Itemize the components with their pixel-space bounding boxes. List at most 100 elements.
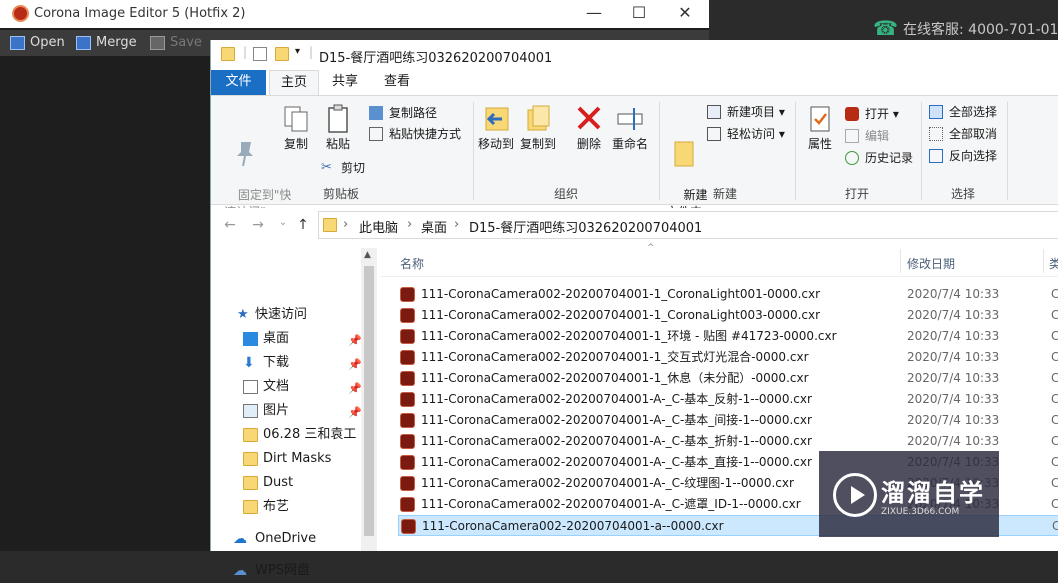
clipboard-group-label: 剪贴板 (322, 187, 359, 201)
download-icon: ⬇ (243, 355, 255, 371)
maximize-icon[interactable]: ☐ (628, 3, 650, 25)
easy-access-button[interactable]: 轻松访问 ▾ (707, 124, 785, 144)
nav-downloads[interactable]: ⬇ 下载 📌 (211, 351, 371, 375)
cut-button[interactable]: ✂ 剪切 (321, 158, 365, 178)
column-date[interactable]: 修改日期 (907, 255, 955, 272)
nav-folder-fabric[interactable]: 布艺 (211, 495, 371, 519)
nav-label: 快速访问 (255, 307, 308, 322)
table-row[interactable]: 111-CoronaCamera002-20200704001-1_休息（未分配… (398, 368, 1058, 389)
file-name: 111-CoronaCamera002-20200704001-A-_C-纹理图… (421, 476, 794, 490)
cut-label: 剪切 (341, 161, 366, 175)
save-button[interactable]: Save (144, 33, 202, 54)
tab-file[interactable]: 文件 (211, 70, 266, 95)
qat-dropdown-icon[interactable]: ▾ (295, 46, 300, 57)
nav-folder-0628[interactable]: 06.28 三和袁工 (211, 423, 371, 447)
column-name[interactable]: 名称 (400, 255, 424, 272)
save-icon (150, 36, 165, 50)
breadcrumb-current-folder[interactable]: D15-餐厅酒吧练习032620200704001 (469, 217, 702, 236)
address-bar[interactable]: › 此电脑 › 桌面 › D15-餐厅酒吧练习032620200704001 (318, 211, 1058, 239)
quick-access-toolbar: | ▾ | D15-餐厅酒吧练习032620200704001 (211, 40, 1058, 70)
recent-dropdown-icon[interactable]: ⌄ (275, 217, 291, 233)
nav-quick-access[interactable]: ★ 快速访问 (211, 303, 371, 327)
properties-button[interactable]: 属性 (795, 104, 845, 153)
open-button[interactable]: Open (4, 33, 65, 54)
scroll-up-icon[interactable]: ▲ (364, 250, 371, 260)
nav-desktop[interactable]: 桌面 📌 (211, 327, 371, 351)
copy-to-icon (524, 104, 552, 134)
breadcrumb-separator: › (343, 217, 349, 232)
new-folder-icon[interactable] (275, 47, 289, 61)
pin-icon: 📌 (348, 406, 362, 419)
column-header: ^ 名称 修改日期 类 (381, 243, 1058, 277)
separator: | (243, 45, 248, 59)
tab-share[interactable]: 共享 (321, 70, 369, 95)
rename-button[interactable]: 重命名 (605, 104, 655, 153)
close-icon[interactable]: ✕ (674, 3, 696, 25)
file-name: 111-CoronaCamera002-20200704001-A-_C-基本_… (421, 434, 812, 448)
nav-scrollbar[interactable]: ▲ (361, 248, 377, 551)
table-row[interactable]: 111-CoronaCamera002-20200704001-1_Corona… (398, 284, 1058, 305)
invert-label: 反向选择 (949, 149, 998, 163)
nav-documents[interactable]: 文档 📌 (211, 375, 371, 399)
paste-label: 粘贴 (325, 137, 350, 151)
table-row[interactable]: 111-CoronaCamera002-20200704001-1_环境 - 贴… (398, 326, 1058, 347)
tab-view[interactable]: 查看 (373, 70, 421, 95)
paste-button[interactable]: 粘贴 (313, 104, 363, 153)
nav-pictures[interactable]: 图片 📌 (211, 399, 371, 423)
copy-path-button[interactable]: 复制路径 (369, 103, 437, 123)
edit-button[interactable]: 编辑 (845, 126, 889, 146)
document-icon (243, 380, 258, 394)
paste-shortcut-button[interactable]: 粘贴快捷方式 (369, 124, 461, 144)
nav-wps-drive[interactable]: ☁ WPS网盘 (211, 559, 371, 583)
watermark: 溜溜自学 ZIXUE.3D66.COM (819, 451, 999, 537)
file-name: 111-CoronaCamera002-20200704001-A-_C-基本_… (421, 413, 812, 427)
nav-onedrive[interactable]: ☁ OneDrive (211, 527, 371, 551)
merge-button-label: Merge (96, 35, 137, 50)
file-type: C (1051, 455, 1058, 469)
select-all-button[interactable]: 全部选择 (929, 102, 997, 122)
properties-check-icon[interactable] (253, 47, 267, 61)
nav-folder-dust[interactable]: Dust (211, 471, 371, 495)
merge-button[interactable]: Merge (70, 33, 137, 54)
table-row[interactable]: 111-CoronaCamera002-20200704001-A-_C-基本_… (398, 431, 1058, 452)
open-file-button[interactable]: 打开 ▾ (845, 104, 899, 124)
breadcrumb-this-pc[interactable]: 此电脑 (359, 217, 398, 236)
copy-to-button[interactable]: 复制到 (513, 104, 563, 153)
table-row[interactable]: 111-CoronaCamera002-20200704001-1_Corona… (398, 305, 1058, 326)
select-none-button[interactable]: 全部取消 (929, 124, 997, 144)
column-divider[interactable] (900, 249, 901, 273)
tab-home[interactable]: 主页 (269, 70, 319, 95)
history-button[interactable]: 历史记录 (845, 148, 913, 168)
back-arrow-icon[interactable]: ← (222, 217, 238, 233)
new-item-button[interactable]: 新建项目 ▾ (707, 102, 785, 122)
minimize-icon[interactable]: — (583, 3, 605, 25)
rename-label: 重命名 (611, 137, 648, 151)
nav-folder-dirt-masks[interactable]: Dirt Masks (211, 447, 371, 471)
scroll-thumb[interactable] (364, 266, 374, 536)
table-row[interactable]: 111-CoronaCamera002-20200704001-A-_C-基本_… (398, 410, 1058, 431)
select-none-icon (929, 127, 943, 141)
history-icon (845, 151, 859, 165)
desktop-icon (243, 332, 258, 346)
invert-selection-button[interactable]: 反向选择 (929, 146, 997, 166)
hotline-text: 在线客服: 4000-701-017 (903, 22, 1058, 38)
forward-arrow-icon[interactable]: → (250, 217, 266, 233)
merge-icon (76, 36, 91, 50)
select-group-label: 选择 (950, 187, 975, 201)
breadcrumb-desktop[interactable]: 桌面 (421, 217, 447, 236)
copy-label: 复制 (283, 137, 308, 151)
folder-icon (243, 500, 258, 514)
table-row[interactable]: 111-CoronaCamera002-20200704001-1_交互式灯光混… (398, 347, 1058, 368)
column-divider[interactable] (1043, 249, 1044, 273)
file-date: 2020/7/4 10:33 (907, 371, 1000, 385)
nav-label: OneDrive (255, 531, 317, 546)
table-row[interactable]: 111-CoronaCamera002-20200704001-A-_C-基本_… (398, 389, 1058, 410)
up-arrow-icon[interactable]: ↑ (295, 217, 311, 233)
corona-file-icon (845, 107, 859, 121)
properties-label: 属性 (807, 137, 832, 151)
column-type[interactable]: 类 (1049, 255, 1058, 272)
cloud-icon: ☁ (233, 531, 247, 547)
file-type: C (1051, 413, 1058, 427)
file-name: 111-CoronaCamera002-20200704001-1_交互式灯光混… (421, 350, 809, 364)
copy-icon (282, 104, 310, 134)
